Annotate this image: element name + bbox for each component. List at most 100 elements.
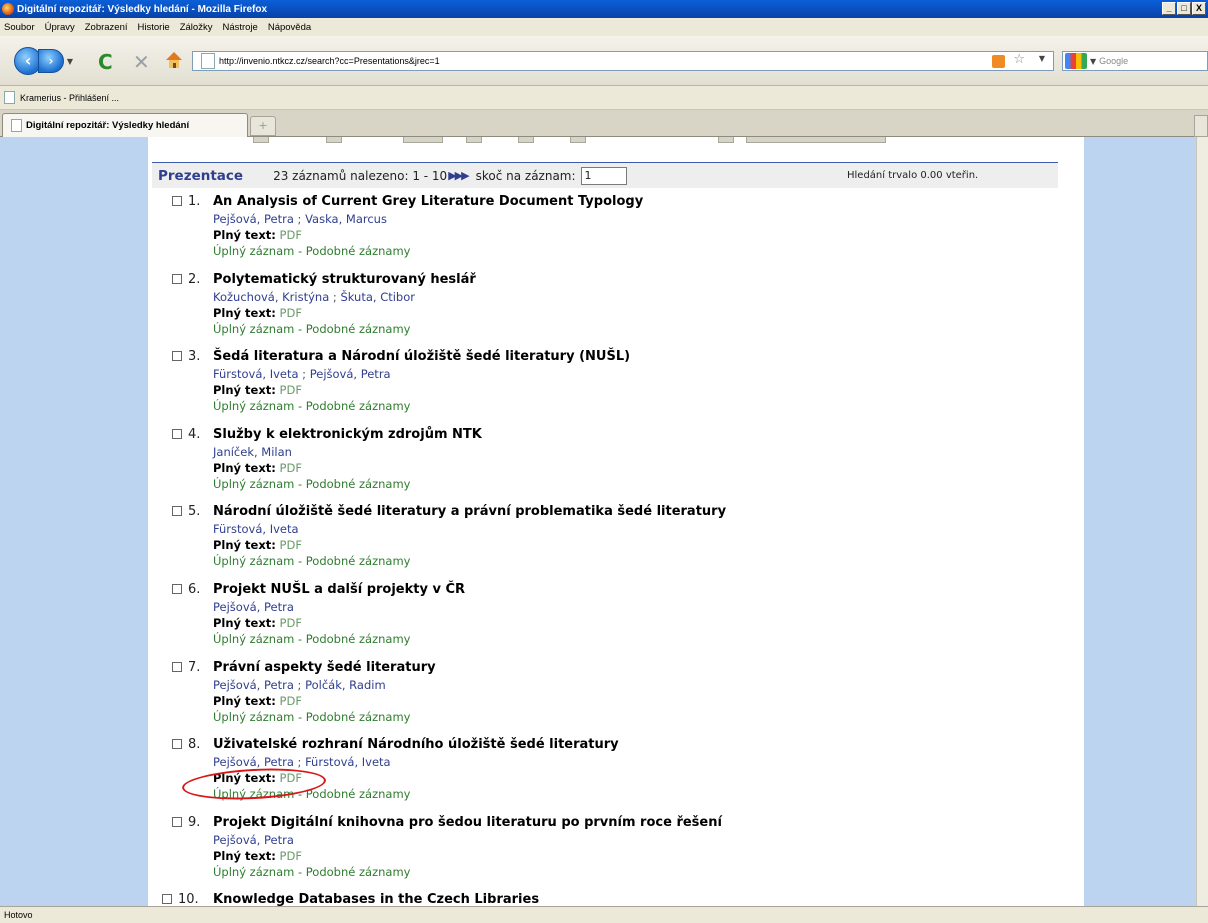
record-detail-links[interactable]: Úplný záznam - Podobné záznamy (213, 554, 410, 568)
record-title[interactable]: Národní úložiště šedé literatury a právn… (213, 504, 726, 519)
author-link[interactable]: Janíček, Milan (213, 445, 292, 459)
results-header: Prezentace 23 záznamů nalezeno: 1 - 10 ▶… (152, 162, 1058, 188)
record-checkbox[interactable] (162, 894, 172, 904)
google-engine-icon[interactable] (1065, 53, 1087, 69)
maximize-button[interactable]: □ (1177, 2, 1191, 15)
record-detail-links[interactable]: Úplný záznam - Podobné záznamy (213, 244, 410, 258)
new-tab-button[interactable]: + (250, 116, 276, 136)
author-link[interactable]: Fürstová, Iveta (305, 755, 391, 769)
record-title[interactable]: Projekt NUŠL a další projekty v ČR (213, 582, 465, 597)
bookmark-star-icon[interactable]: ☆ (1013, 52, 1025, 67)
record-title[interactable]: Knowledge Databases in the Czech Librari… (213, 892, 539, 906)
url-bar[interactable]: http://invenio.ntkcz.cz/search?cc=Presen… (192, 51, 1054, 71)
author-link[interactable]: Polčák, Radim (305, 678, 386, 692)
record-detail-links[interactable]: Úplný záznam - Podobné záznamy (213, 322, 410, 336)
record-title[interactable]: An Analysis of Current Grey Literature D… (213, 194, 643, 209)
left-margin-panel (0, 137, 148, 906)
url-dropdown-icon[interactable]: ▼ (1039, 54, 1045, 63)
record-detail-links[interactable]: Úplný záznam - Podobné záznamy (213, 477, 410, 491)
record-number: 7. (188, 660, 201, 675)
pdf-link[interactable]: PDF (280, 383, 302, 397)
search-bar[interactable]: ▼ Google (1062, 51, 1208, 71)
record-checkbox[interactable] (172, 739, 182, 749)
record-title[interactable]: Uživatelské rozhraní Národního úložiště … (213, 737, 619, 752)
pdf-link[interactable]: PDF (280, 461, 302, 475)
author-link[interactable]: Kožuchová, Kristýna (213, 290, 329, 304)
author-link[interactable]: Pejšová, Petra (213, 833, 294, 847)
menu-historie[interactable]: Historie (134, 22, 176, 33)
record-detail-links[interactable]: Úplný záznam - Podobné záznamy (213, 865, 410, 879)
record-fulltext: Plný text: PDF (213, 849, 302, 863)
navigation-toolbar: ‹ › ▼ C ✕ http://invenio.ntkcz.cz/search… (0, 36, 1208, 86)
author-link[interactable]: Pejšová, Petra (213, 755, 294, 769)
menu-soubor[interactable]: Soubor (0, 22, 41, 33)
fulltext-label: Plný text: (213, 461, 276, 475)
pdf-link[interactable]: PDF (280, 616, 302, 630)
collection-name[interactable]: Prezentace (158, 168, 243, 184)
close-button[interactable]: X (1192, 2, 1206, 15)
pdf-link[interactable]: PDF (280, 306, 302, 320)
page-icon (4, 91, 15, 104)
minimize-button[interactable]: _ (1162, 2, 1176, 15)
menu-zalozky[interactable]: Záložky (176, 22, 219, 33)
bookmark-kramerius[interactable]: Kramerius - Přihlášení ... (4, 91, 119, 104)
menu-napoveda[interactable]: Nápověda (264, 22, 317, 33)
fulltext-label: Plný text: (213, 616, 276, 630)
record-authors: Fürstová, Iveta ; Pejšová, Petra (213, 367, 391, 381)
record-checkbox[interactable] (172, 584, 182, 594)
record-checkbox[interactable] (172, 817, 182, 827)
record-checkbox[interactable] (172, 351, 182, 361)
vertical-scrollbar[interactable] (1196, 137, 1208, 906)
jump-to-record-input[interactable]: 1 (580, 166, 627, 185)
author-link[interactable]: Fürstová, Iveta (213, 522, 299, 536)
author-link[interactable]: Pejšová, Petra (213, 600, 294, 614)
tab-scroll-button[interactable] (1194, 115, 1208, 137)
menu-zobrazeni[interactable]: Zobrazení (81, 22, 134, 33)
rss-feed-icon[interactable] (992, 55, 1005, 68)
forward-button[interactable]: › (38, 49, 64, 73)
bookmarks-toolbar: Kramerius - Přihlášení ... (0, 86, 1208, 110)
home-icon[interactable] (163, 49, 185, 71)
next-page-arrows-icon[interactable]: ▶▶▶ (448, 169, 469, 182)
record-title[interactable]: Polytematický strukturovaný heslář (213, 272, 476, 287)
record-fulltext: Plný text: PDF (213, 616, 302, 630)
record-title[interactable]: Služby k elektronickým zdrojům NTK (213, 427, 482, 442)
pdf-link[interactable]: PDF (280, 228, 302, 242)
stop-button[interactable]: ✕ (133, 50, 150, 74)
record-fulltext: Plný text: PDF (213, 694, 302, 708)
author-link[interactable]: Pejšová, Petra (213, 678, 294, 692)
record-checkbox[interactable] (172, 429, 182, 439)
pdf-link[interactable]: PDF (280, 538, 302, 552)
record-authors: Kožuchová, Kristýna ; Škuta, Ctibor (213, 290, 415, 304)
record-authors: Pejšová, Petra (213, 833, 294, 847)
record-fulltext: Plný text: PDF (213, 228, 302, 242)
back-forward-group: ‹ › ▼ (14, 47, 90, 75)
history-dropdown-icon[interactable]: ▼ (64, 57, 76, 66)
record-detail-links[interactable]: Úplný záznam - Podobné záznamy (213, 632, 410, 646)
record-detail-links[interactable]: Úplný záznam - Podobné záznamy (213, 710, 410, 724)
pdf-link[interactable]: PDF (280, 849, 302, 863)
record-detail-links[interactable]: Úplný záznam - Podobné záznamy (213, 399, 410, 413)
url-text[interactable]: http://invenio.ntkcz.cz/search?cc=Presen… (219, 56, 440, 66)
record-checkbox[interactable] (172, 274, 182, 284)
author-link[interactable]: Pejšová, Petra (310, 367, 391, 381)
pdf-link[interactable]: PDF (280, 694, 302, 708)
reload-button[interactable]: C (98, 50, 113, 74)
results-count-text: 23 záznamů nalezeno: 1 - 10 (273, 168, 448, 183)
author-link[interactable]: Fürstová, Iveta (213, 367, 299, 381)
fulltext-label: Plný text: (213, 849, 276, 863)
record-title[interactable]: Právní aspekty šedé literatury (213, 660, 436, 675)
record-authors: Pejšová, Petra ; Fürstová, Iveta (213, 755, 391, 769)
record-checkbox[interactable] (172, 196, 182, 206)
tab-search-results[interactable]: Digitální repozitář: Výsledky hledání (2, 113, 248, 137)
search-engine-dropdown-icon[interactable]: ▼ (1090, 57, 1096, 66)
record-title[interactable]: Projekt Digitální knihovna pro šedou lit… (213, 815, 722, 830)
record-checkbox[interactable] (172, 506, 182, 516)
menu-upravy[interactable]: Úpravy (41, 22, 81, 33)
author-link[interactable]: Vaska, Marcus (305, 212, 387, 226)
record-checkbox[interactable] (172, 662, 182, 672)
author-link[interactable]: Škuta, Ctibor (340, 290, 415, 304)
record-title[interactable]: Šedá literatura a Národní úložiště šedé … (213, 349, 630, 364)
author-link[interactable]: Pejšová, Petra (213, 212, 294, 226)
menu-nastroje[interactable]: Nástroje (218, 22, 263, 33)
